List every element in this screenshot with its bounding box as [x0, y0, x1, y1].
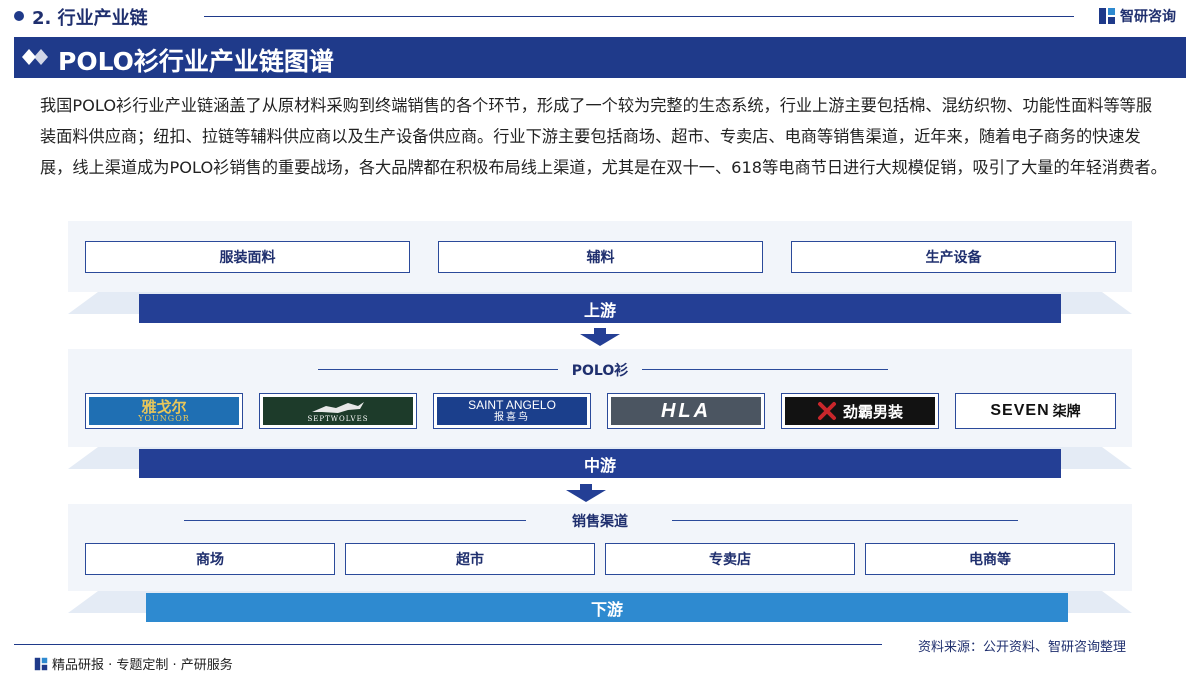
- footer-slogan-text: 精品研报 · 专题定制 · 产研服务: [52, 658, 233, 673]
- brand-logo-septwolves: SEPTWOLVES: [259, 393, 417, 429]
- section-title: 2. 行业产业链: [32, 8, 148, 29]
- downstream-item: 电商等: [865, 543, 1115, 575]
- heading-rule-right: [672, 520, 1018, 521]
- tier-downstream: 下游: [146, 593, 1068, 622]
- brand-logo-k-boxing: 劲霸男装: [781, 393, 939, 429]
- logo-cn-text: 雅戈尔: [141, 397, 187, 416]
- x-mark-icon: [817, 402, 836, 420]
- downstream-heading: 销售渠道: [572, 514, 628, 530]
- down-arrow-icon: [580, 328, 620, 346]
- section-divider: [204, 16, 1074, 17]
- downstream-item: 超市: [345, 543, 595, 575]
- page-title: POLO衫行业产业链图谱: [58, 47, 334, 76]
- logo-en-text: HLA: [660, 399, 712, 422]
- tier-upstream: 上游: [139, 294, 1061, 323]
- heading-rule-right: [642, 369, 888, 370]
- logo-cn-text: 劲霸男装: [842, 402, 903, 421]
- upstream-item: 服装面料: [85, 241, 410, 273]
- section-bullet-icon: [14, 11, 24, 21]
- tier-midstream: 中游: [139, 449, 1061, 478]
- heading-rule-left: [184, 520, 526, 521]
- wolf-icon: [312, 401, 364, 413]
- brand-logo-youngor: 雅戈尔 YOUNGOR: [85, 393, 243, 429]
- brand-logo-seven: SEVEN 柒牌: [955, 393, 1116, 429]
- brand-name: 智研咨询: [1120, 9, 1176, 25]
- downstream-item: 商场: [85, 543, 335, 575]
- brand-mark-icon: [34, 657, 48, 670]
- intro-paragraph: 我国POLO衫行业产业链涵盖了从原材料采购到终端销售的各个环节，形成了一个较为完…: [40, 96, 1167, 177]
- logo-cn-text: 柒牌: [1052, 404, 1081, 420]
- down-arrow-icon: [566, 484, 606, 502]
- upstream-item: 辅料: [438, 241, 763, 273]
- diamond-icon: [22, 49, 48, 65]
- brand-logo-saint-angelo: SAINT ANGELO 报喜鸟: [433, 393, 591, 429]
- logo-en-text: SAINT ANGELO: [468, 397, 556, 412]
- logo-cn-text: 报喜鸟: [494, 412, 530, 424]
- footer-slogan: 精品研报 · 专题定制 · 产研服务: [34, 654, 233, 673]
- midstream-heading: POLO衫: [571, 363, 629, 379]
- logo-en-text: SEVEN: [990, 402, 1050, 419]
- logo-en-text: SEPTWOLVES: [307, 414, 369, 423]
- heading-rule-left: [318, 369, 558, 370]
- source-note: 资料来源：公开资料、智研咨询整理: [918, 640, 1127, 655]
- brand-logo-hla: HLA: [607, 393, 765, 429]
- brand-logo: 智研咨询: [1098, 6, 1176, 26]
- footer-divider: [14, 644, 882, 645]
- downstream-item: 专卖店: [605, 543, 855, 575]
- brand-mark-icon: [1099, 8, 1115, 24]
- upstream-item: 生产设备: [791, 241, 1116, 273]
- logo-en-text: YOUNGOR: [138, 413, 190, 423]
